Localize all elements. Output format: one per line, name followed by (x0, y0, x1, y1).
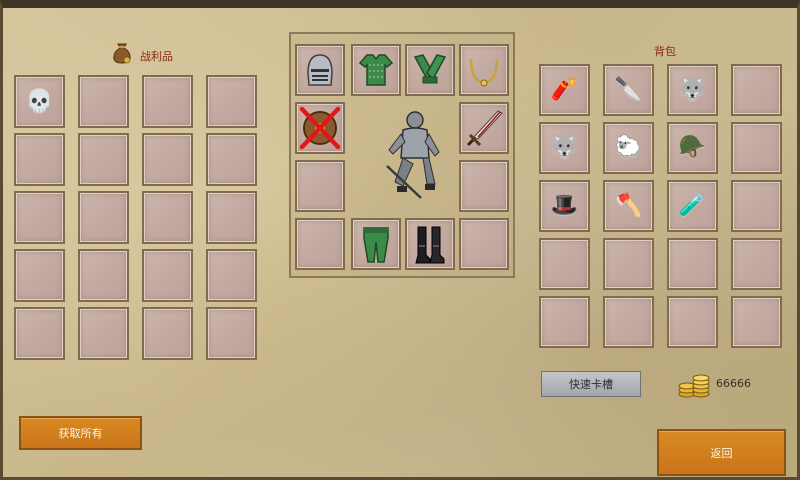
equip-slot-legs[interactable] (351, 218, 401, 270)
equip-slot-extra[interactable] (459, 218, 509, 270)
equip-slot-ring-right[interactable] (459, 160, 509, 212)
loot-slot[interactable] (78, 307, 129, 360)
equip-slot-ring-left[interactable] (295, 160, 345, 212)
backpack-slot[interactable] (731, 296, 782, 348)
backpack-slot[interactable]: 🪖 (667, 122, 718, 174)
equip-slot-weapon[interactable] (459, 102, 509, 154)
equip-slot-head[interactable] (295, 44, 345, 96)
equip-slot-body[interactable] (351, 44, 401, 96)
backpack-slot[interactable] (539, 296, 590, 348)
loot-slot[interactable] (14, 249, 65, 302)
loot-bag-icon (111, 40, 133, 64)
loot-slot[interactable] (78, 133, 129, 186)
gray-fur-icon: 🐺 (678, 77, 707, 102)
backpack-slot[interactable] (731, 122, 782, 174)
backpack-slot[interactable] (539, 238, 590, 290)
green-gloves-icon (413, 54, 447, 84)
equip-slot-offhand[interactable] (295, 102, 345, 154)
gray-fur-icon: 🐺 (550, 135, 579, 160)
backpack-slot[interactable] (731, 180, 782, 232)
loot-slot[interactable] (142, 133, 193, 186)
backpack-slot[interactable] (603, 296, 654, 348)
loot-slot[interactable] (142, 249, 193, 302)
helmet-icon (307, 54, 333, 86)
loot-slot[interactable] (14, 133, 65, 186)
equip-slot-feet[interactable] (405, 218, 455, 270)
red-potion-icon: 🧪 (678, 193, 707, 218)
loot-slot[interactable] (78, 249, 129, 302)
green-chainmail-icon (358, 54, 394, 86)
loot-slot[interactable] (142, 191, 193, 244)
loot-slot[interactable] (206, 75, 257, 128)
backpack-slot[interactable]: 🧨 (539, 64, 590, 116)
back-button[interactable]: 返回 (657, 429, 786, 476)
gold-necklace-icon (469, 58, 499, 87)
equip-slot-belt[interactable] (295, 218, 345, 270)
black-boots-icon (415, 226, 445, 264)
loot-slot[interactable] (206, 307, 257, 360)
loot-slot[interactable]: 💀 (14, 75, 65, 128)
backpack-title: 背包 (654, 45, 676, 58)
backpack-slot[interactable] (731, 238, 782, 290)
loot-slot[interactable] (206, 191, 257, 244)
backpack-slot[interactable] (603, 238, 654, 290)
loot-slot[interactable] (14, 307, 65, 360)
backpack-slot[interactable] (667, 296, 718, 348)
loot-slot[interactable] (14, 191, 65, 244)
curved-knife-icon: 🔪 (614, 77, 643, 102)
loot-slot[interactable] (78, 191, 129, 244)
loot-title: 战利品 (140, 50, 173, 63)
backpack-slot[interactable]: 🔪 (603, 64, 654, 116)
quick-slot-button[interactable]: 快速卡槽 (541, 371, 641, 397)
backpack-slot[interactable] (667, 238, 718, 290)
backpack-slot[interactable]: 🧪 (667, 180, 718, 232)
backpack-slot[interactable]: 🎩 (539, 180, 590, 232)
backpack-slot[interactable]: 🐑 (603, 122, 654, 174)
backpack-slot[interactable]: 🪓 (603, 180, 654, 232)
loot-slot[interactable] (206, 133, 257, 186)
collect-all-button[interactable]: 获取所有 (19, 416, 142, 450)
gold-coins-icon (677, 368, 713, 400)
loot-slot[interactable] (206, 249, 257, 302)
blue-green-hat-icon: 🎩 (550, 193, 579, 218)
skull-icon: 💀 (25, 88, 54, 114)
loot-slot[interactable] (142, 307, 193, 360)
disabled-shield-icon (299, 106, 341, 150)
equip-slot-hands[interactable] (405, 44, 455, 96)
loot-slot[interactable] (142, 75, 193, 128)
battle-axe-icon: 🪓 (614, 193, 643, 218)
backpack-slot[interactable]: 🐺 (667, 64, 718, 116)
sword-icon (466, 110, 503, 147)
green-helmet-icon: 🪖 (678, 135, 707, 160)
white-fur-icon: 🐑 (614, 135, 643, 160)
red-scroll-icon: 🧨 (550, 77, 579, 102)
knight-figure-icon (377, 106, 449, 202)
backpack-slot[interactable]: 🐺 (539, 122, 590, 174)
equip-slot-neck[interactable] (459, 44, 509, 96)
green-leg-armor-icon (363, 227, 389, 263)
gold-amount: 66666 (716, 377, 751, 390)
loot-slot[interactable] (78, 75, 129, 128)
inventory-screen: 战利品 获取所有 背包 快速卡槽 66666 返回 💀 🧨 🔪 🐺 🐺 🐑 🪖 … (0, 0, 800, 480)
backpack-slot[interactable] (731, 64, 782, 116)
